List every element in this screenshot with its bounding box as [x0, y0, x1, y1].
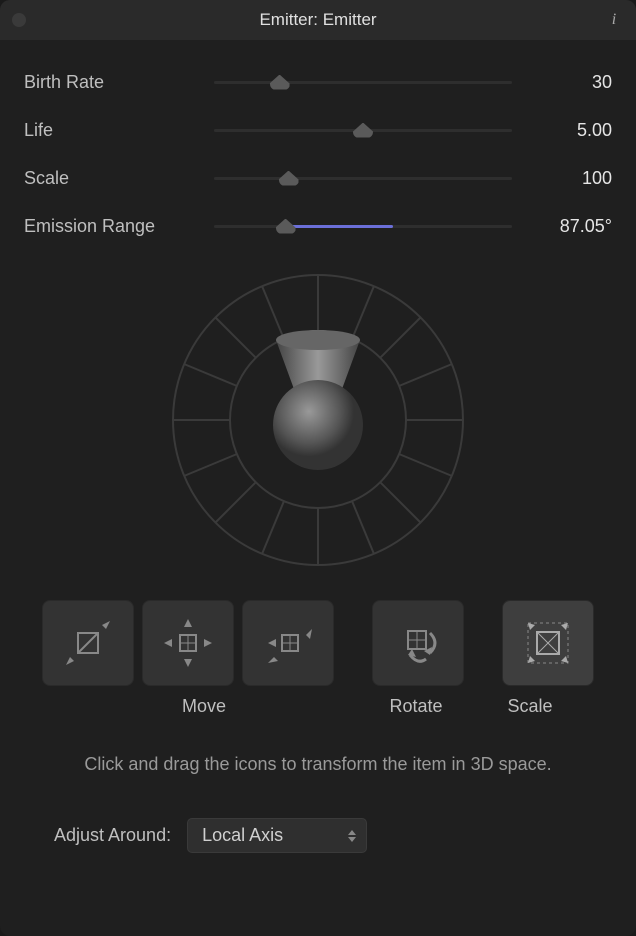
scale-label: Scale: [24, 168, 214, 189]
move-depth-icon: [260, 615, 316, 671]
adjust-around-label: Adjust Around:: [54, 825, 171, 846]
tool-labels-row: Move Rotate Scale: [24, 696, 612, 717]
emission-dial-icon[interactable]: [168, 270, 468, 570]
move-xy-button[interactable]: [42, 600, 134, 686]
scale-slider[interactable]: [214, 168, 512, 188]
move-xyz-button[interactable]: [142, 600, 234, 686]
emission-range-value[interactable]: 87.05°: [512, 216, 612, 237]
emission-range-label: Emission Range: [24, 216, 214, 237]
scale-button[interactable]: [502, 600, 594, 686]
move-label: Move: [60, 696, 348, 717]
info-button[interactable]: i: [604, 10, 624, 30]
close-icon[interactable]: [12, 13, 26, 27]
birth-rate-row: Birth Rate 30: [24, 58, 612, 106]
window-title: Emitter: Emitter: [259, 10, 376, 30]
rotate-icon: [390, 615, 446, 671]
adjust-around-row: Adjust Around: Local Axis: [24, 818, 612, 853]
scale-value[interactable]: 100: [512, 168, 612, 189]
move-plane-icon: [60, 615, 116, 671]
transform-tools: [24, 600, 612, 686]
emission-range-row: Emission Range 87.05°: [24, 202, 612, 250]
move-arrows-icon: [160, 615, 216, 671]
adjust-around-select[interactable]: Local Axis: [187, 818, 367, 853]
emission-preview[interactable]: [24, 250, 612, 600]
adjust-around-value: Local Axis: [202, 825, 283, 845]
birth-rate-slider[interactable]: [214, 72, 512, 92]
rotate-button[interactable]: [372, 600, 464, 686]
scale-row: Scale 100: [24, 154, 612, 202]
hint-text: Click and drag the icons to transform th…: [24, 751, 612, 778]
birth-rate-value[interactable]: 30: [512, 72, 612, 93]
move-z-button[interactable]: [242, 600, 334, 686]
scale-tool-label: Scale: [484, 696, 576, 717]
life-label: Life: [24, 120, 214, 141]
life-row: Life 5.00: [24, 106, 612, 154]
content-area: Birth Rate 30 Life 5.00 Scale 100 E: [0, 40, 636, 936]
titlebar: Emitter: Emitter i: [0, 0, 636, 40]
rotate-label: Rotate: [370, 696, 462, 717]
birth-rate-label: Birth Rate: [24, 72, 214, 93]
scale-icon: [520, 615, 576, 671]
select-arrows-icon: [348, 830, 356, 842]
emission-range-slider[interactable]: [214, 216, 512, 236]
life-slider[interactable]: [214, 120, 512, 140]
emitter-panel: Emitter: Emitter i Birth Rate 30 Life 5.…: [0, 0, 636, 936]
life-value[interactable]: 5.00: [512, 120, 612, 141]
